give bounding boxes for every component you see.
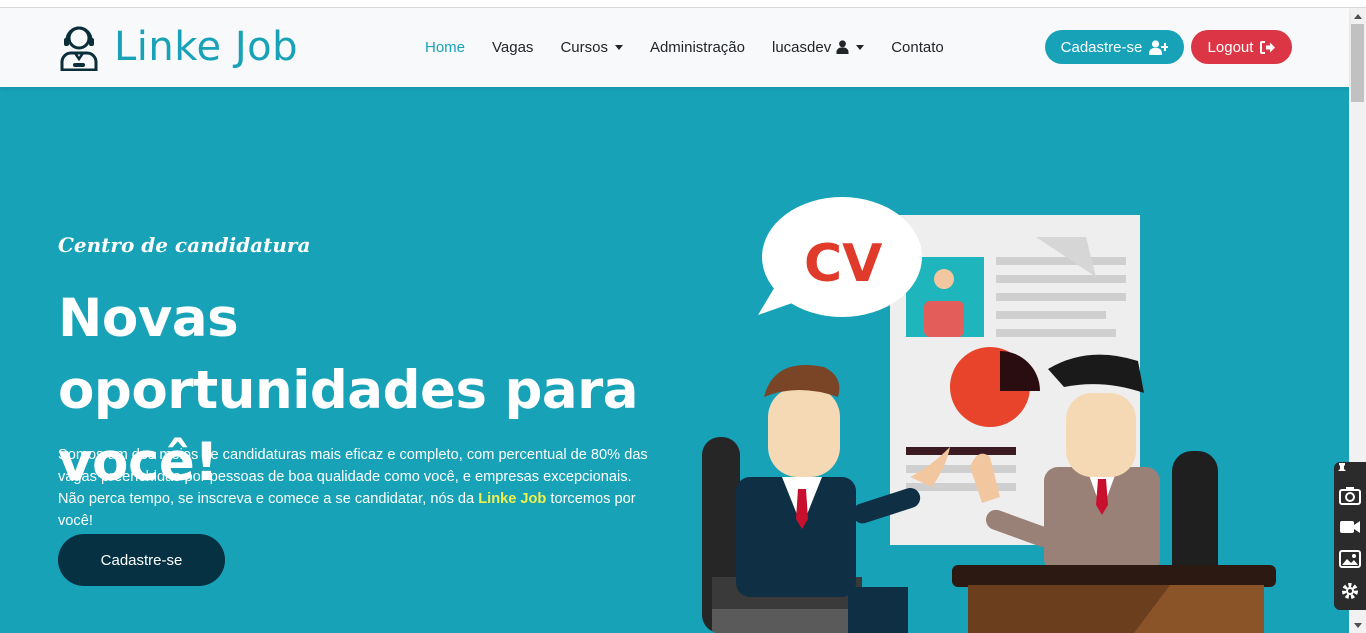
job-interview-illustration: CV: [702, 197, 1276, 633]
hero-description: Somos um dos meios de candidaturas mais …: [58, 444, 658, 532]
nav-item-user-menu[interactable]: lucasdev: [772, 38, 865, 56]
pin-icon[interactable]: [1336, 462, 1348, 474]
nav-item-cursos[interactable]: Cursos: [560, 39, 623, 56]
scroll-up-arrow-icon[interactable]: [1349, 10, 1366, 22]
user-icon: [836, 40, 849, 54]
navbar: Linke Job Home Vagas Cursos Administraçã…: [0, 8, 1349, 87]
nav-item-contato[interactable]: Contato: [891, 39, 944, 56]
signup-button-label: Cadastre-se: [1060, 38, 1143, 56]
hero-eyebrow: Centro de candidatura: [58, 233, 311, 257]
cv-bubble-text: CV: [804, 234, 882, 294]
logout-button[interactable]: Logout: [1191, 30, 1292, 64]
logout-button-label: Logout: [1207, 38, 1254, 56]
nav-item-vagas[interactable]: Vagas: [492, 39, 533, 56]
user-plus-icon: [1149, 39, 1169, 55]
username-label: lucasdev: [772, 38, 832, 56]
scroll-down-arrow-icon[interactable]: [1349, 619, 1366, 631]
nav-item-label: Vagas: [492, 38, 534, 56]
main-nav: Home Vagas Cursos Administração lucasdev…: [425, 36, 971, 58]
nav-item-label: Contato: [891, 38, 944, 56]
nav-item-administracao[interactable]: Administração: [650, 39, 745, 56]
sign-out-icon: [1260, 40, 1276, 54]
hero-signup-label: Cadastre-se: [100, 551, 183, 569]
gallery-icon[interactable]: [1339, 548, 1361, 570]
capture-toolbar: [1334, 462, 1366, 610]
hero-signup-button[interactable]: Cadastre-se: [58, 534, 225, 586]
caret-down-icon: [614, 44, 623, 50]
video-icon[interactable]: [1339, 516, 1361, 538]
signup-button[interactable]: Cadastre-se: [1045, 30, 1184, 64]
brand-highlight: Linke Job: [478, 491, 547, 507]
nav-item-label: Administração: [649, 38, 745, 56]
brand[interactable]: Linke Job: [60, 22, 298, 72]
support-agent-icon: [60, 26, 98, 71]
caret-down-icon: [856, 44, 865, 50]
hero-section: Centro de candidatura Novas oportunidade…: [0, 87, 1349, 633]
nav-item-label: Cursos: [560, 38, 608, 56]
nav-item-label: Home: [425, 38, 466, 56]
scroll-thumb[interactable]: [1351, 24, 1364, 102]
settings-icon[interactable]: [1339, 580, 1361, 602]
browser-top-edge: [0, 0, 1366, 8]
brand-name: Linke Job: [114, 24, 298, 70]
nav-item-home[interactable]: Home: [425, 39, 465, 56]
camera-icon[interactable]: [1339, 484, 1361, 506]
